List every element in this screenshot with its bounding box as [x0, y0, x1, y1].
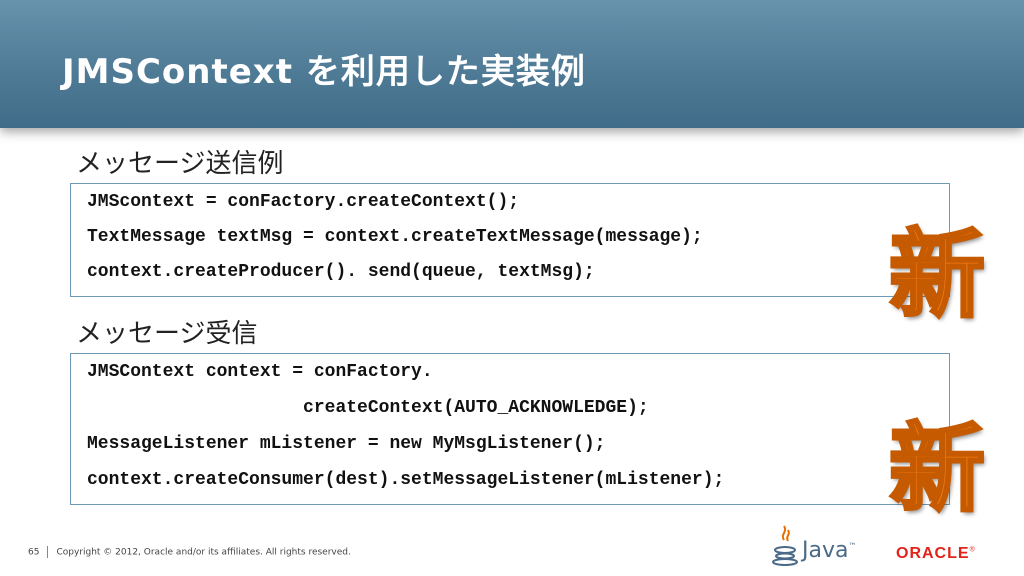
page-number: 65 [28, 547, 40, 558]
receive-section-label: メッセージ受信 [76, 319, 258, 349]
java-text: Java [802, 538, 849, 563]
send-code-box: JMScontext = conFactory.createContext();… [70, 183, 950, 297]
java-wordmark: Java™ [802, 538, 856, 563]
copyright-text: Copyright © 2012, Oracle and/or its affi… [56, 547, 351, 558]
receive-code-line-1: JMSContext context = conFactory. [87, 362, 433, 382]
send-code-line-2: TextMessage textMsg = context.createText… [87, 227, 703, 247]
oracle-logo: ORACLE® [896, 545, 976, 563]
send-code-line-3: context.createProducer(). send(queue, te… [87, 262, 595, 282]
java-tm: ™ [848, 541, 857, 551]
send-section-label: メッセージ送信例 [76, 149, 284, 179]
footer: 65 Copyright © 2012, Oracle and/or its af… [28, 546, 351, 558]
oracle-reg: ® [969, 546, 976, 554]
footer-divider [47, 546, 49, 558]
slide-title: JMSContext を利用した実装例 [62, 52, 586, 92]
send-code-line-1: JMScontext = conFactory.createContext(); [87, 192, 520, 212]
new-badge-receive: 新 [888, 413, 987, 525]
receive-code-line-3: MessageListener mListener = new MyMsgLis… [87, 434, 606, 454]
new-badge-send: 新 [888, 219, 987, 331]
receive-code-box: JMSContext context = conFactory. createC… [70, 353, 950, 505]
oracle-text: ORACLE [896, 545, 970, 562]
title-bar: JMSContext を利用した実装例 [0, 0, 1024, 128]
receive-code-line-4: context.createConsumer(dest).setMessageL… [87, 470, 725, 490]
java-logo: Java™ [770, 524, 860, 568]
java-cup-icon [772, 525, 798, 566]
receive-code-line-2: createContext(AUTO_ACKNOWLEDGE); [87, 398, 649, 418]
